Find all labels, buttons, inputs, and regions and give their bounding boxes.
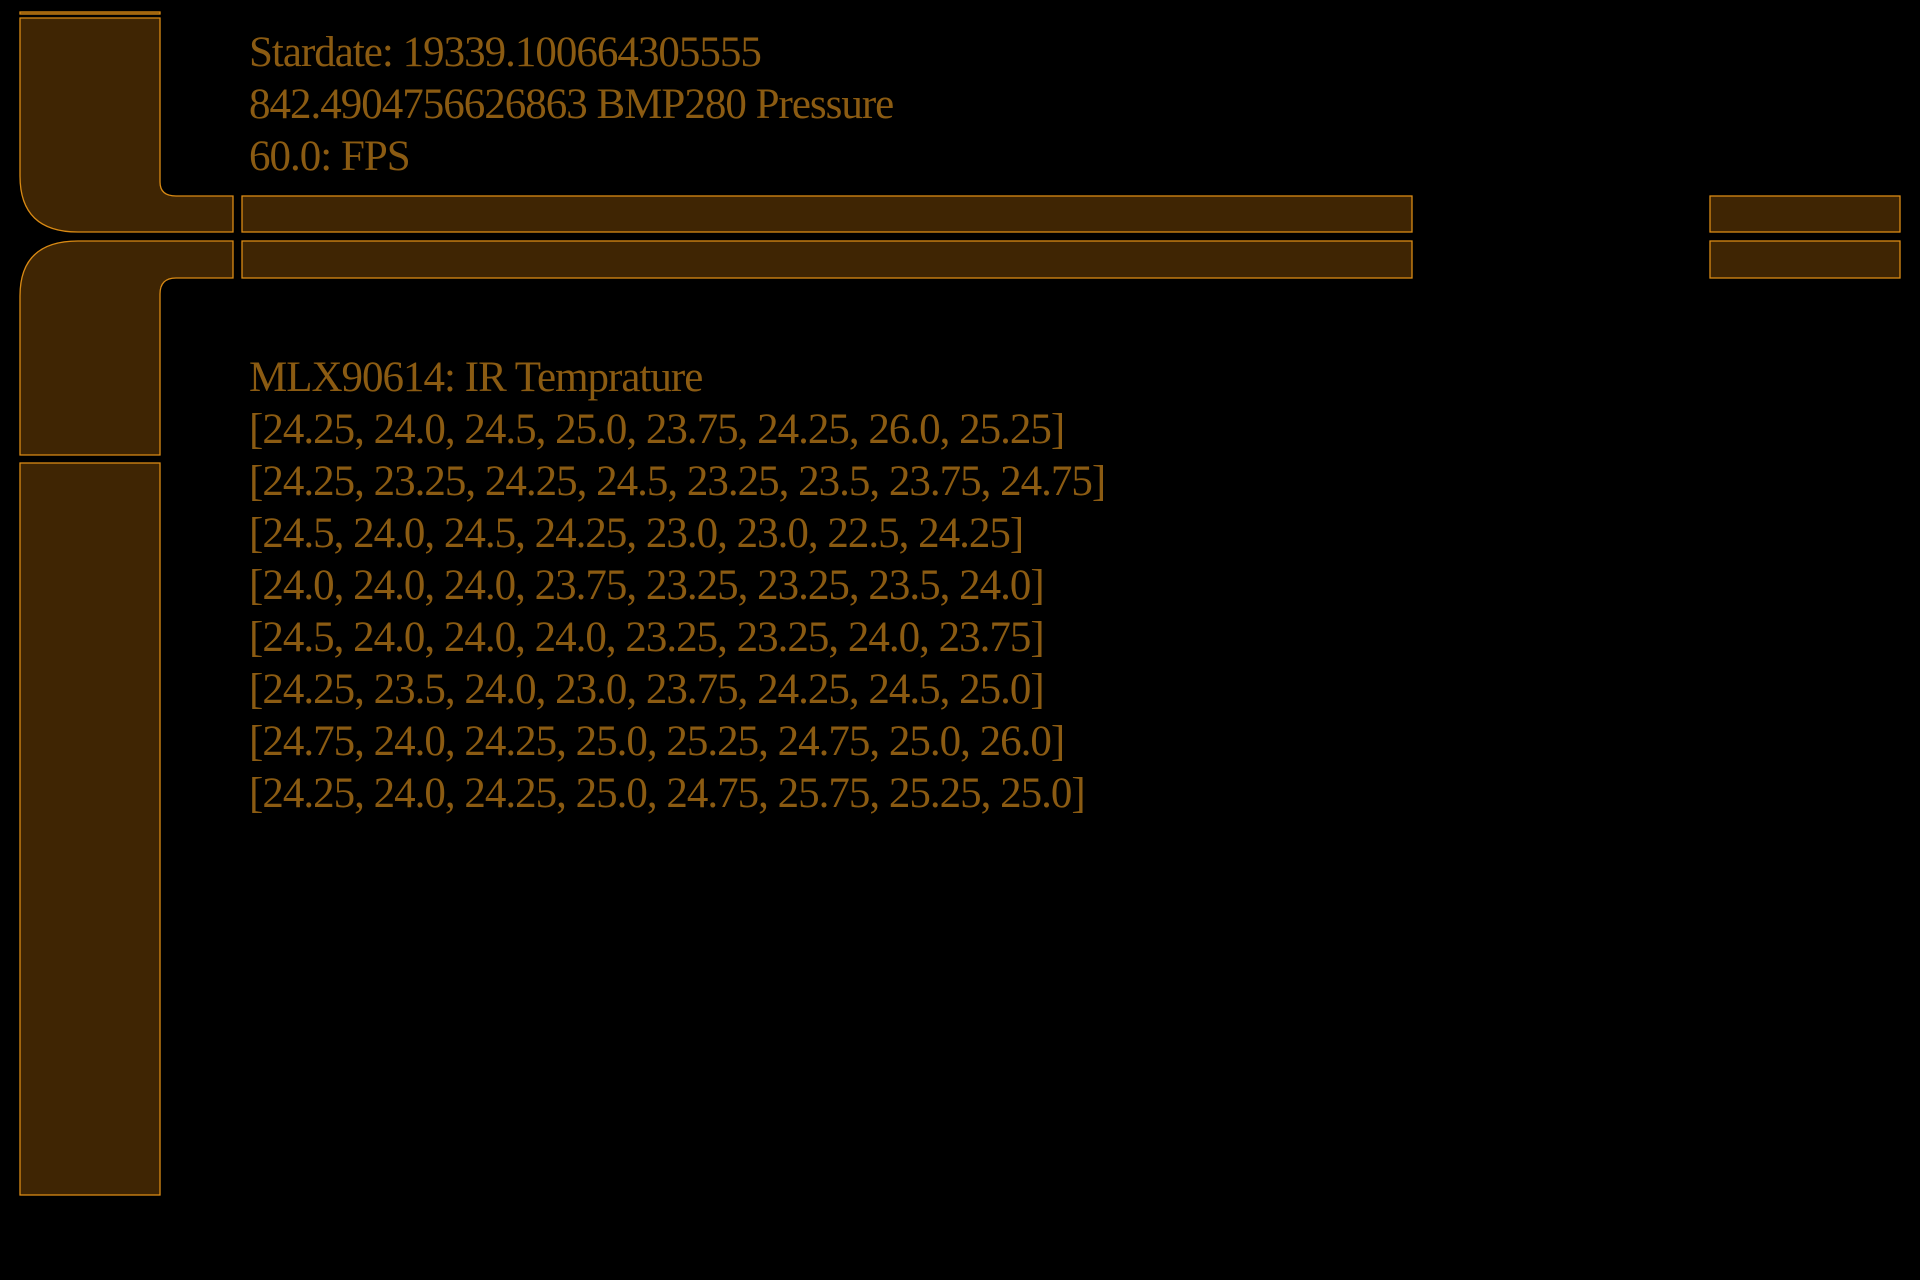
ir-temperature-title: MLX90614: IR Temprature [249, 354, 703, 401]
fps-readout: 60.0: FPS [249, 133, 411, 180]
bottom-bar-main [241, 240, 1413, 279]
lower-elbow [19, 240, 234, 456]
stardate-label: Stardate: 19339.100664305555 [249, 29, 762, 76]
ir-row: [24.25, 23.25, 24.25, 24.5, 23.25, 23.5,… [249, 458, 1106, 505]
bottom-bar-right [1709, 240, 1901, 279]
ir-temperature-panel: MLX90614: IR Temprature [24.25, 24.0, 24… [249, 352, 1106, 820]
pressure-readout: 842.4904756626863 BMP280 Pressure [249, 81, 894, 128]
ir-row: [24.25, 24.0, 24.25, 25.0, 24.75, 25.75,… [249, 770, 1086, 817]
header-readouts: Stardate: 19339.100664305555 842.4904756… [249, 27, 894, 183]
ir-row: [24.25, 23.5, 24.0, 23.0, 23.75, 24.25, … [249, 666, 1045, 713]
ir-row: [24.75, 24.0, 24.25, 25.0, 25.25, 24.75,… [249, 718, 1065, 765]
top-bar-main [241, 195, 1413, 233]
ir-row: [24.5, 24.0, 24.5, 24.25, 23.0, 23.0, 22… [249, 510, 1024, 557]
top-sliver [19, 11, 161, 15]
ir-row: [24.0, 24.0, 24.0, 23.75, 23.25, 23.25, … [249, 562, 1045, 609]
ir-row: [24.25, 24.0, 24.5, 25.0, 23.75, 24.25, … [249, 406, 1065, 453]
ir-row: [24.5, 24.0, 24.0, 24.0, 23.25, 23.25, 2… [249, 614, 1045, 661]
upper-elbow [19, 17, 234, 233]
left-vertical-bar [19, 462, 161, 1196]
top-bar-right [1709, 195, 1901, 233]
